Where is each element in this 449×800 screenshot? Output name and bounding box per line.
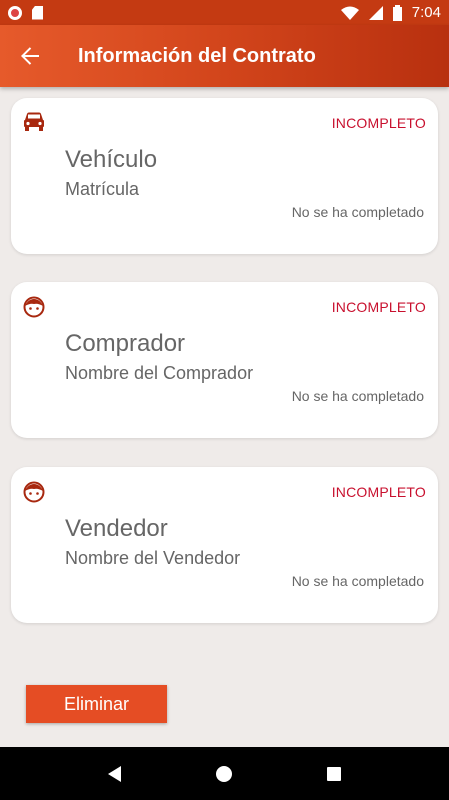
face-icon xyxy=(23,296,45,318)
status-time: 7:04 xyxy=(411,4,441,21)
card-note: No se ha completado xyxy=(291,388,424,404)
page-title: Información del Contrato xyxy=(78,44,316,67)
card-title: Comprador xyxy=(65,330,186,357)
seller-card[interactable]: INCOMPLETO Vendedor Nombre del Vendedor … xyxy=(11,467,438,623)
status-bar: 7:04 xyxy=(0,0,449,25)
card-title: Vendedor xyxy=(65,515,168,542)
status-right: 7:04 xyxy=(340,4,441,21)
sd-card-icon xyxy=(32,5,43,20)
status-badge: INCOMPLETO xyxy=(331,115,426,131)
card-subtitle: Nombre del Vendedor xyxy=(65,548,241,568)
signal-icon xyxy=(368,5,383,20)
back-button[interactable] xyxy=(0,25,60,87)
recents-square-icon xyxy=(327,766,342,781)
navigation-bar xyxy=(0,747,449,800)
card-title: Vehículo xyxy=(65,146,158,173)
car-icon xyxy=(24,112,44,131)
back-triangle-icon xyxy=(107,765,121,782)
arrow-back-icon xyxy=(21,47,39,65)
nav-recents-button[interactable] xyxy=(314,754,354,794)
nav-home-button[interactable] xyxy=(204,754,244,794)
status-left xyxy=(8,5,43,20)
card-subtitle: Nombre del Comprador xyxy=(65,363,254,383)
app-bar: Información del Contrato xyxy=(0,25,449,87)
card-subtitle: Matrícula xyxy=(65,179,140,199)
card-note: No se ha completado xyxy=(291,573,424,589)
status-badge: INCOMPLETO xyxy=(331,299,426,315)
delete-button[interactable]: Eliminar xyxy=(26,685,167,723)
status-badge: INCOMPLETO xyxy=(331,484,426,500)
vehicle-card[interactable]: INCOMPLETO Vehículo Matrícula No se ha c… xyxy=(11,98,438,254)
buyer-card[interactable]: INCOMPLETO Comprador Nombre del Comprado… xyxy=(11,282,438,438)
nav-back-button[interactable] xyxy=(95,754,135,794)
record-icon xyxy=(8,5,22,20)
card-note: No se ha completado xyxy=(291,204,424,220)
wifi-icon xyxy=(340,6,359,20)
home-circle-icon xyxy=(216,765,233,782)
battery-icon xyxy=(392,4,402,21)
face-icon xyxy=(23,481,45,503)
